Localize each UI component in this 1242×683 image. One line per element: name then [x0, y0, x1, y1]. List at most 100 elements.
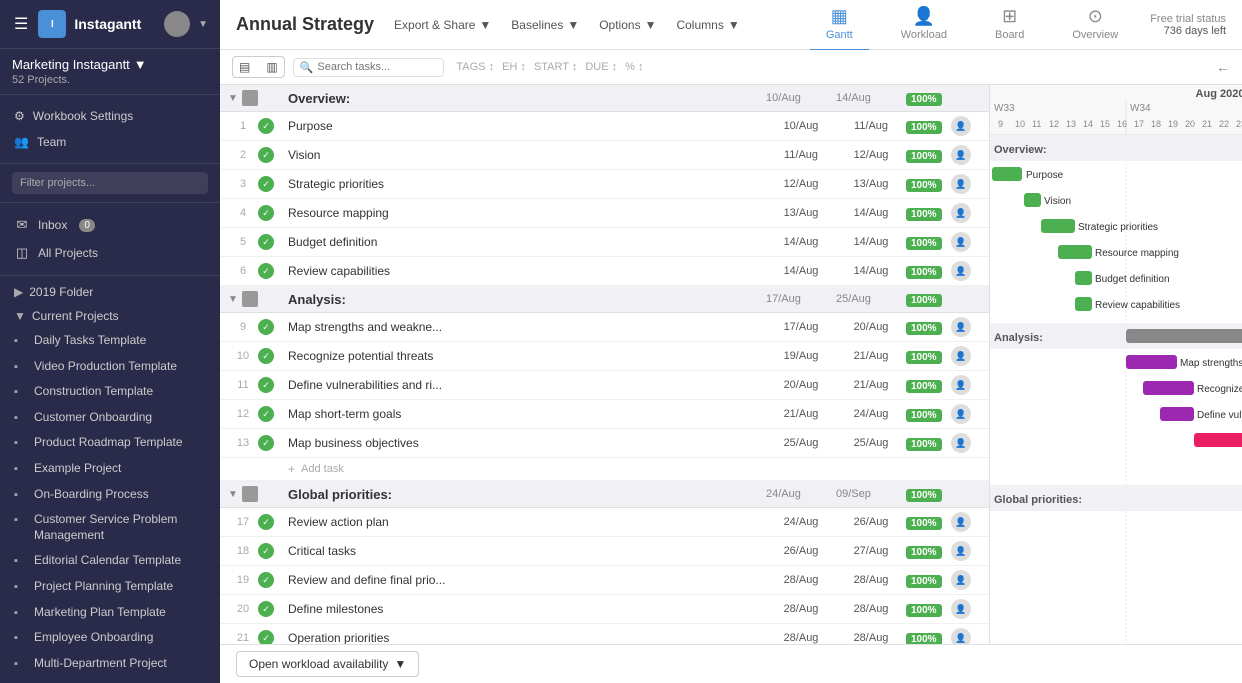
sidebar-item-inbox[interactable]: ✉ Inbox 0 [0, 211, 220, 239]
task-check-icon: ✓ [258, 572, 274, 588]
table-row: 17 ✓ Review action plan 24/Aug 26/Aug 10… [220, 508, 989, 537]
task-check-icon: ✓ [258, 263, 274, 279]
options-chevron-icon: ▼ [645, 18, 657, 32]
table-row: 2 ✓ Vision 11/Aug 12/Aug 100% 👤 [220, 141, 989, 170]
section-collapse-icon: ▼ [228, 294, 238, 305]
section-title: Global priorities: [288, 487, 626, 502]
avatar: 👤 [951, 317, 971, 337]
avatar: 👤 [951, 512, 971, 532]
section-start: 10/Aug [766, 92, 836, 104]
folder-item-current[interactable]: ▼ Current Projects [0, 304, 220, 328]
table-gantt-area: ▼ Overview: 10/Aug 14/Aug 100% 1 ✓ [220, 85, 1242, 644]
columns-button[interactable]: Columns ▼ [668, 14, 747, 36]
task-check-icon: ✓ [258, 406, 274, 422]
list-item[interactable]: ▪ Construction Template [0, 379, 220, 405]
list-item[interactable]: ▪ Daily Tasks Template [0, 328, 220, 354]
tab-gantt[interactable]: ▦ Gantt [810, 0, 869, 51]
svg-text:17: 17 [1134, 119, 1144, 129]
table-row: 12 ✓ Map short-term goals 21/Aug 24/Aug … [220, 400, 989, 429]
export-chevron-icon: ▼ [479, 18, 491, 32]
section-due: 25/Aug [836, 293, 906, 305]
back-button[interactable]: ← [1216, 59, 1230, 75]
doc-icon: ▪ [14, 513, 28, 527]
doc-icon: ▪ [14, 657, 28, 671]
toolbar-right: ▦ Gantt 👤 Workload ⊞ Board ⊙ Overview [810, 0, 1226, 51]
start-sort-label: START ↕ [534, 61, 577, 73]
open-workload-button[interactable]: Open workload availability ▼ [236, 651, 419, 677]
export-share-button[interactable]: Export & Share ▼ [386, 14, 499, 36]
add-row-button[interactable]: ▤ [233, 57, 256, 77]
section-icon [242, 486, 258, 502]
avatar: 👤 [951, 570, 971, 590]
task-check-icon: ✓ [258, 234, 274, 250]
filter-projects-input[interactable] [12, 172, 208, 194]
list-item[interactable]: ▪ Product Roadmap Template [0, 430, 220, 456]
folder-item-2019[interactable]: ▶ 2019 Folder [0, 280, 220, 304]
bottom-bar: Open workload availability ▼ [220, 644, 1242, 683]
section-due: 14/Aug [836, 92, 906, 104]
action-bar: ▤ ▥ 🔍 TAGS ↕ EH ↕ START ↕ DUE ↕ % ↕ ← [220, 50, 1242, 85]
workbook-settings-item[interactable]: ⚙ Workbook Settings [0, 103, 220, 129]
sidebar-projects-list: ▶ 2019 Folder ▼ Current Projects ▪ Daily… [0, 276, 220, 683]
eh-sort-label: EH ↕ [502, 61, 526, 73]
section-start: 17/Aug [766, 293, 836, 305]
tab-board[interactable]: ⊞ Board [979, 0, 1040, 51]
list-item[interactable]: ▪ Customer Service Problem Management [0, 507, 220, 548]
list-item[interactable]: ▪ Marketing Plan Template [0, 600, 220, 626]
section-icon [242, 291, 258, 307]
list-item[interactable]: ▪ On-Boarding Process [0, 482, 220, 508]
svg-text:W33: W33 [994, 103, 1015, 114]
svg-text:Map strengths and weaknesses: Map strengths and weaknesses [1180, 358, 1242, 369]
tab-overview[interactable]: ⊙ Overview [1056, 0, 1134, 51]
doc-icon: ▪ [14, 554, 28, 568]
app-name: Instagantt [74, 16, 141, 32]
section-due: 09/Sep [836, 488, 906, 500]
table-row: 11 ✓ Define vulnerabilities and ri... 20… [220, 371, 989, 400]
section-overview[interactable]: ▼ Overview: 10/Aug 14/Aug 100% [220, 85, 989, 112]
list-item[interactable]: ▪ Multi-Department Project [0, 651, 220, 677]
user-avatar[interactable] [164, 11, 190, 37]
avatar: 👤 [951, 599, 971, 619]
list-item[interactable]: ▪ Example Project [0, 456, 220, 482]
svg-text:14: 14 [1083, 119, 1093, 129]
task-check-icon: ✓ [258, 348, 274, 364]
tab-workload[interactable]: 👤 Workload [885, 0, 963, 51]
svg-text:Resource mapping: Resource mapping [1095, 248, 1179, 259]
add-subtask-row[interactable]: + Add task [220, 458, 989, 481]
workload-icon: 👤 [913, 6, 935, 27]
list-item[interactable]: ▪ Editorial Calendar Template [0, 548, 220, 574]
table-row: 18 ✓ Critical tasks 26/Aug 27/Aug 100% 👤 [220, 537, 989, 566]
main-content: Annual Strategy Export & Share ▼ Baselin… [220, 0, 1242, 683]
project-count: 52 Projects. [12, 74, 208, 86]
hamburger-button[interactable]: ☰ [12, 12, 30, 36]
doc-icon: ▪ [14, 606, 28, 620]
task-search-input[interactable] [317, 61, 437, 73]
svg-text:Purpose: Purpose [1026, 170, 1064, 181]
list-item[interactable]: ▪ Video Production Template [0, 354, 220, 380]
sidebar-item-all-projects[interactable]: ◫ All Projects [0, 239, 220, 267]
folder-icon: ▶ [14, 285, 23, 299]
task-table: ▼ Overview: 10/Aug 14/Aug 100% 1 ✓ [220, 85, 990, 644]
workspace-name[interactable]: Marketing Instagantt ▼ [12, 57, 208, 72]
svg-text:19: 19 [1168, 119, 1178, 129]
list-item[interactable]: ▪ Employee Onboarding [0, 625, 220, 651]
baselines-button[interactable]: Baselines ▼ [503, 14, 587, 36]
options-button[interactable]: Options ▼ [591, 14, 664, 36]
toolbar-left: Annual Strategy Export & Share ▼ Baselin… [236, 14, 748, 36]
avatar: 👤 [951, 232, 971, 252]
list-item[interactable]: ▪ Sprint Planning Template [0, 676, 220, 683]
svg-text:21: 21 [1202, 119, 1212, 129]
add-buttons: ▤ ▥ [232, 56, 285, 78]
avatar: 👤 [951, 145, 971, 165]
pct-sort-label: % ↕ [625, 61, 643, 73]
add-col-button[interactable]: ▥ [260, 57, 283, 77]
team-settings-item[interactable]: 👥 Team [0, 129, 220, 155]
section-global-priorities[interactable]: ▼ Global priorities: 24/Aug 09/Sep 100% [220, 481, 989, 508]
svg-text:9: 9 [998, 119, 1003, 129]
list-item[interactable]: ▪ Project Planning Template [0, 574, 220, 600]
avatar: 👤 [951, 541, 971, 561]
list-item[interactable]: ▪ Customer Onboarding [0, 405, 220, 431]
svg-text:Global priorities:: Global priorities: [994, 494, 1082, 506]
section-analysis[interactable]: ▼ Analysis: 17/Aug 25/Aug 100% [220, 286, 989, 313]
svg-text:12: 12 [1049, 119, 1059, 129]
